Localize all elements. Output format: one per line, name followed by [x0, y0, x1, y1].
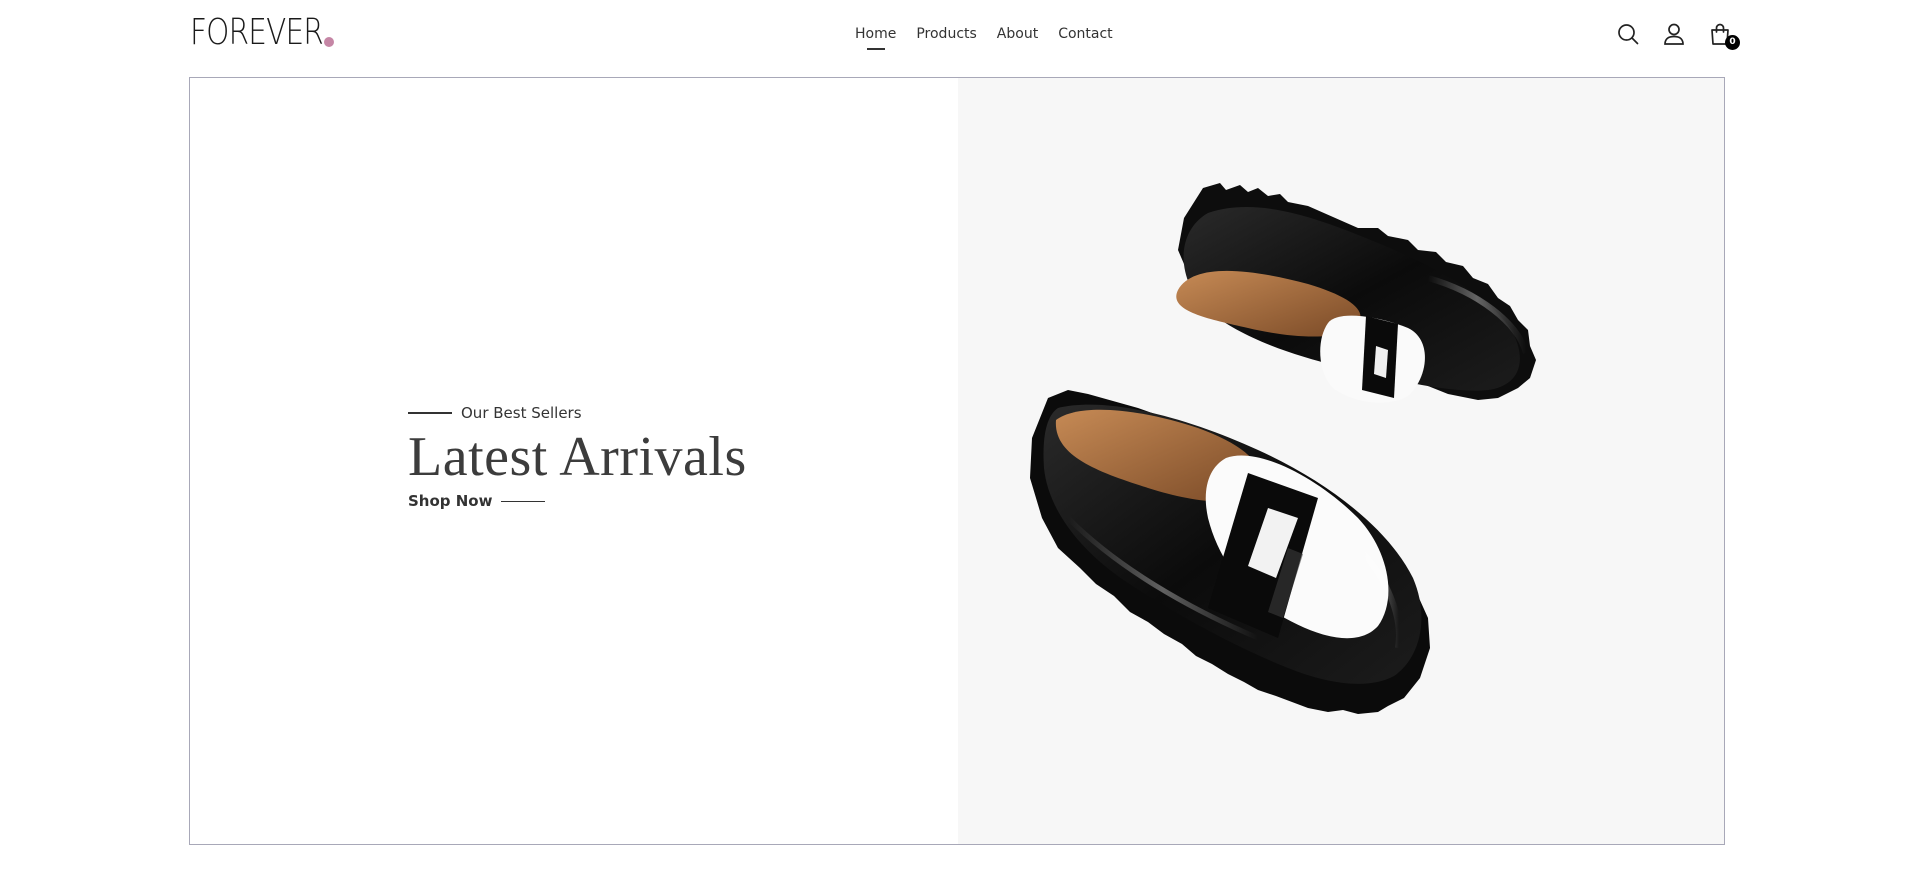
- user-icon[interactable]: [1662, 22, 1686, 46]
- nav-link-products[interactable]: Products: [916, 24, 976, 44]
- nav-link-label: Products: [916, 26, 977, 42]
- navbar: FOREVER Home Products About Contact 0: [0, 0, 1917, 77]
- nav-link-label: Contact: [1058, 26, 1113, 42]
- hero-eyebrow: Our Best Sellers: [408, 404, 747, 422]
- logo-accent-dot: [324, 37, 334, 47]
- shop-now-link[interactable]: Shop Now: [408, 492, 747, 510]
- nav-link-contact[interactable]: Contact: [1058, 24, 1112, 44]
- eyebrow-text: Our Best Sellers: [461, 404, 582, 422]
- search-icon[interactable]: [1616, 22, 1640, 46]
- brand-logo[interactable]: FOREVER: [190, 13, 324, 53]
- nav-link-home[interactable]: Home: [855, 24, 897, 50]
- hero-copy: Our Best Sellers Latest Arrivals Shop No…: [408, 404, 747, 510]
- eyebrow-line: [408, 412, 452, 414]
- nav-link-label: Home: [855, 26, 897, 42]
- shopping-bag-icon[interactable]: 0: [1708, 22, 1740, 50]
- front-loafer: [1030, 390, 1430, 714]
- hero-image-panel: [958, 78, 1724, 844]
- nav-link-about[interactable]: About: [997, 24, 1038, 44]
- back-loafer: [1176, 183, 1536, 403]
- hero-text-panel: Our Best Sellers Latest Arrivals Shop No…: [190, 78, 958, 844]
- active-underline: [866, 48, 885, 50]
- cta-line: [501, 500, 546, 502]
- nav-link-label: About: [996, 26, 1039, 42]
- cart-count-badge: 0: [1725, 35, 1740, 50]
- main-nav: Home Products About Contact: [855, 24, 1113, 50]
- shop-now-label: Shop Now: [408, 492, 493, 510]
- header-actions: 0: [1616, 22, 1740, 50]
- loafers-image: [1030, 183, 1536, 714]
- hero-banner: Our Best Sellers Latest Arrivals Shop No…: [189, 77, 1725, 845]
- hero-title: Latest Arrivals: [408, 426, 747, 488]
